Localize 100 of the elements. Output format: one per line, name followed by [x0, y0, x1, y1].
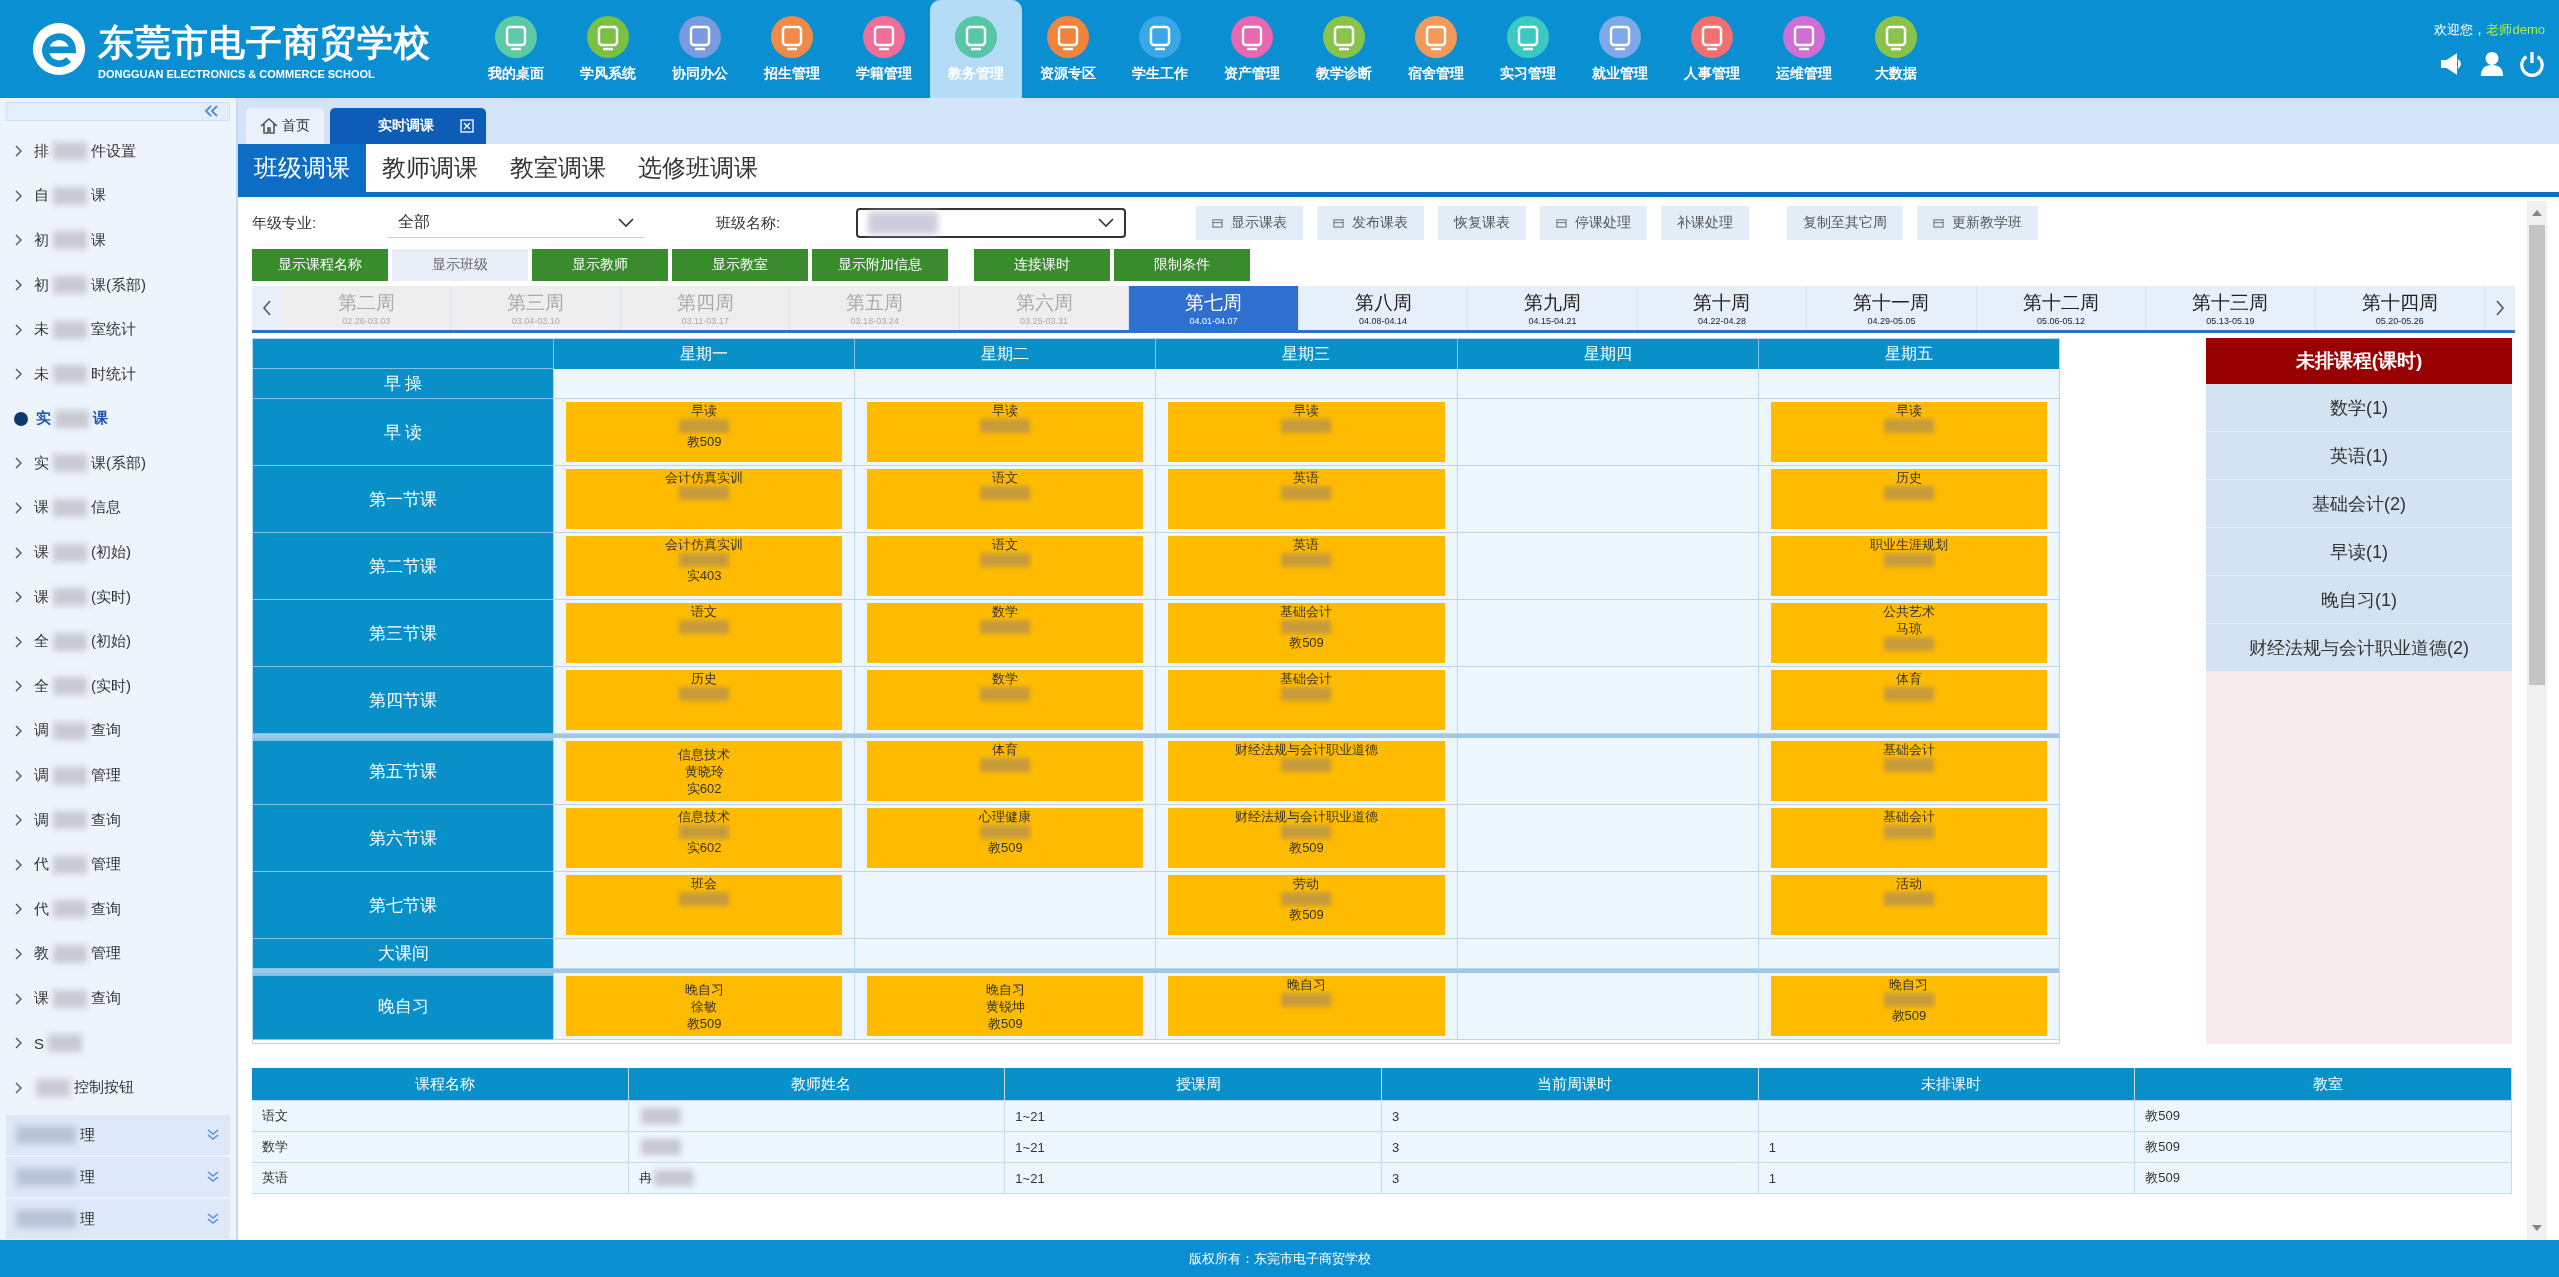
- sidebar-item[interactable]: 全 (实时): [6, 664, 230, 709]
- course-block[interactable]: 劳动 教509: [1168, 875, 1445, 935]
- course-block[interactable]: 会计仿真实训: [566, 469, 843, 529]
- page-tab[interactable]: 首页: [246, 108, 324, 144]
- sidebar-item[interactable]: 课 信息: [6, 485, 230, 531]
- timetable-cell[interactable]: 劳动 教509: [1155, 872, 1457, 939]
- timetable-cell[interactable]: 早读: [1155, 399, 1457, 466]
- user-icon[interactable]: [2479, 51, 2505, 77]
- sidebar-collapse-bar[interactable]: [6, 102, 230, 121]
- course-block[interactable]: 早读: [867, 402, 1144, 462]
- sidebar-group[interactable]: 理: [6, 1199, 230, 1239]
- scrollbar[interactable]: [2527, 201, 2547, 1240]
- action-button[interactable]: 停课处理: [1540, 206, 1647, 240]
- grade-select[interactable]: 全部: [388, 208, 644, 238]
- action-button[interactable]: 显示课表: [1196, 206, 1303, 240]
- power-icon[interactable]: [2519, 51, 2545, 77]
- toggle-button[interactable]: 显示附加信息: [812, 249, 948, 281]
- timetable-cell[interactable]: 英语: [1155, 466, 1457, 533]
- nav-item[interactable]: 大数据: [1850, 0, 1942, 98]
- course-block[interactable]: 基础会计: [1770, 808, 2047, 868]
- timetable-cell[interactable]: [1456, 939, 1758, 969]
- page-tab[interactable]: 实时调课: [330, 108, 486, 144]
- unscheduled-course[interactable]: 基础会计(2): [2206, 480, 2512, 528]
- timetable-cell[interactable]: 历史: [553, 667, 855, 734]
- timetable-cell[interactable]: 语文: [854, 533, 1156, 600]
- sidebar-item[interactable]: 初 课(系部): [6, 262, 230, 308]
- sidebar-item[interactable]: 实 课(系部): [6, 441, 230, 486]
- timetable-cell[interactable]: [1757, 369, 2059, 399]
- timetable-cell[interactable]: [1456, 973, 1758, 1040]
- course-block[interactable]: 晚自习 黄锐坤 教509: [867, 976, 1144, 1036]
- sidebar-item[interactable]: 代 查询: [6, 887, 230, 932]
- nav-item[interactable]: 学风系统: [562, 0, 654, 98]
- timetable-cell[interactable]: 信息技术 黄晓玲 实602: [553, 738, 855, 805]
- timetable-cell[interactable]: 数学: [854, 667, 1156, 734]
- course-block[interactable]: 基础会计 教509: [1168, 603, 1445, 663]
- unscheduled-course[interactable]: 晚自习(1): [2206, 576, 2512, 624]
- timetable-cell[interactable]: 活动: [1757, 872, 2059, 939]
- course-block[interactable]: 基础会计: [1770, 741, 2047, 801]
- course-block[interactable]: 职业生涯规划: [1770, 536, 2047, 596]
- timetable-cell[interactable]: 会计仿真实训 实403: [553, 533, 855, 600]
- sidebar-group[interactable]: 理: [6, 1157, 230, 1197]
- timetable-cell[interactable]: [1456, 667, 1758, 734]
- course-block[interactable]: 语文: [566, 603, 843, 663]
- sidebar-item[interactable]: 排 件设置: [6, 128, 230, 174]
- timetable-cell[interactable]: 体育: [854, 738, 1156, 805]
- unscheduled-course[interactable]: 英语(1): [2206, 432, 2512, 480]
- unscheduled-course[interactable]: 早读(1): [2206, 528, 2512, 576]
- timetable-cell[interactable]: [1456, 738, 1758, 805]
- timetable-cell[interactable]: [854, 369, 1156, 399]
- timetable-cell[interactable]: 晚自习 徐敏 教509: [553, 973, 855, 1040]
- course-block[interactable]: 早读: [1770, 402, 2047, 462]
- sidebar-item[interactable]: 教 管理: [6, 931, 230, 977]
- sub-tab[interactable]: 教师调课: [366, 144, 494, 192]
- toggle-button[interactable]: 显示教室: [672, 249, 808, 281]
- week-tab[interactable]: 第十二周 05.06-05.12: [1976, 286, 2147, 330]
- week-tab[interactable]: 第十四周 05.20-05.26: [2315, 286, 2486, 330]
- sidebar-item[interactable]: 控制按钮: [6, 1065, 230, 1110]
- sidebar-item[interactable]: S: [6, 1020, 230, 1066]
- week-tab[interactable]: 第九周 04.15-04.21: [1468, 286, 1638, 330]
- course-block[interactable]: 晚自习: [1168, 976, 1445, 1036]
- course-block[interactable]: 信息技术 黄晓玲 实602: [566, 741, 843, 801]
- nav-item[interactable]: 招生管理: [746, 0, 838, 98]
- timetable-cell[interactable]: 早读: [854, 399, 1156, 466]
- nav-item[interactable]: 教学诊断: [1298, 0, 1390, 98]
- week-tab[interactable]: 第十一周 04.29-05.05: [1807, 286, 1977, 330]
- nav-item[interactable]: 人事管理: [1666, 0, 1758, 98]
- course-block[interactable]: 英语: [1168, 469, 1445, 529]
- timetable-cell[interactable]: 班会: [553, 872, 855, 939]
- course-block[interactable]: 财经法规与会计职业道德: [1168, 741, 1445, 801]
- timetable-cell[interactable]: 晚自习: [1155, 973, 1457, 1040]
- sidebar-item[interactable]: 课 (实时): [6, 574, 230, 620]
- week-tab[interactable]: 第七周 04.01-04.07: [1129, 286, 1299, 330]
- timetable-cell[interactable]: [854, 939, 1156, 969]
- toggle-button[interactable]: 显示教师: [532, 249, 668, 281]
- timetable-cell[interactable]: [1456, 369, 1758, 399]
- course-block[interactable]: 语文: [867, 536, 1144, 596]
- timetable-cell[interactable]: [1757, 939, 2059, 969]
- timetable-cell[interactable]: [553, 939, 855, 969]
- nav-item[interactable]: 我的桌面: [470, 0, 562, 98]
- sidebar-item[interactable]: 全 (初始): [6, 619, 230, 665]
- sidebar-item[interactable]: 调 查询: [6, 797, 230, 843]
- timetable-cell[interactable]: 数学: [854, 600, 1156, 667]
- course-block[interactable]: 早读: [1168, 402, 1445, 462]
- course-block[interactable]: 数学: [867, 603, 1144, 663]
- timetable-cell[interactable]: [1456, 872, 1758, 939]
- week-tab[interactable]: 第十周 04.22-04.28: [1637, 286, 1808, 330]
- course-block[interactable]: 体育: [1770, 670, 2047, 730]
- sidebar-item[interactable]: 实 课: [6, 396, 230, 442]
- timetable-cell[interactable]: 基础会计: [1155, 667, 1457, 734]
- course-block[interactable]: 信息技术 实602: [566, 808, 843, 868]
- unscheduled-course[interactable]: 数学(1): [2206, 384, 2512, 432]
- unscheduled-course[interactable]: 财经法规与会计职业道德(2): [2206, 624, 2512, 672]
- class-select[interactable]: [856, 208, 1126, 238]
- course-block[interactable]: 活动: [1770, 875, 2047, 935]
- nav-item[interactable]: 运维管理: [1758, 0, 1850, 98]
- action-button[interactable]: 补课处理: [1661, 206, 1749, 240]
- scroll-up-icon[interactable]: [2531, 209, 2543, 217]
- timetable-cell[interactable]: [1456, 466, 1758, 533]
- course-block[interactable]: 体育: [867, 741, 1144, 801]
- course-block[interactable]: 晚自习 徐敏 教509: [566, 976, 843, 1036]
